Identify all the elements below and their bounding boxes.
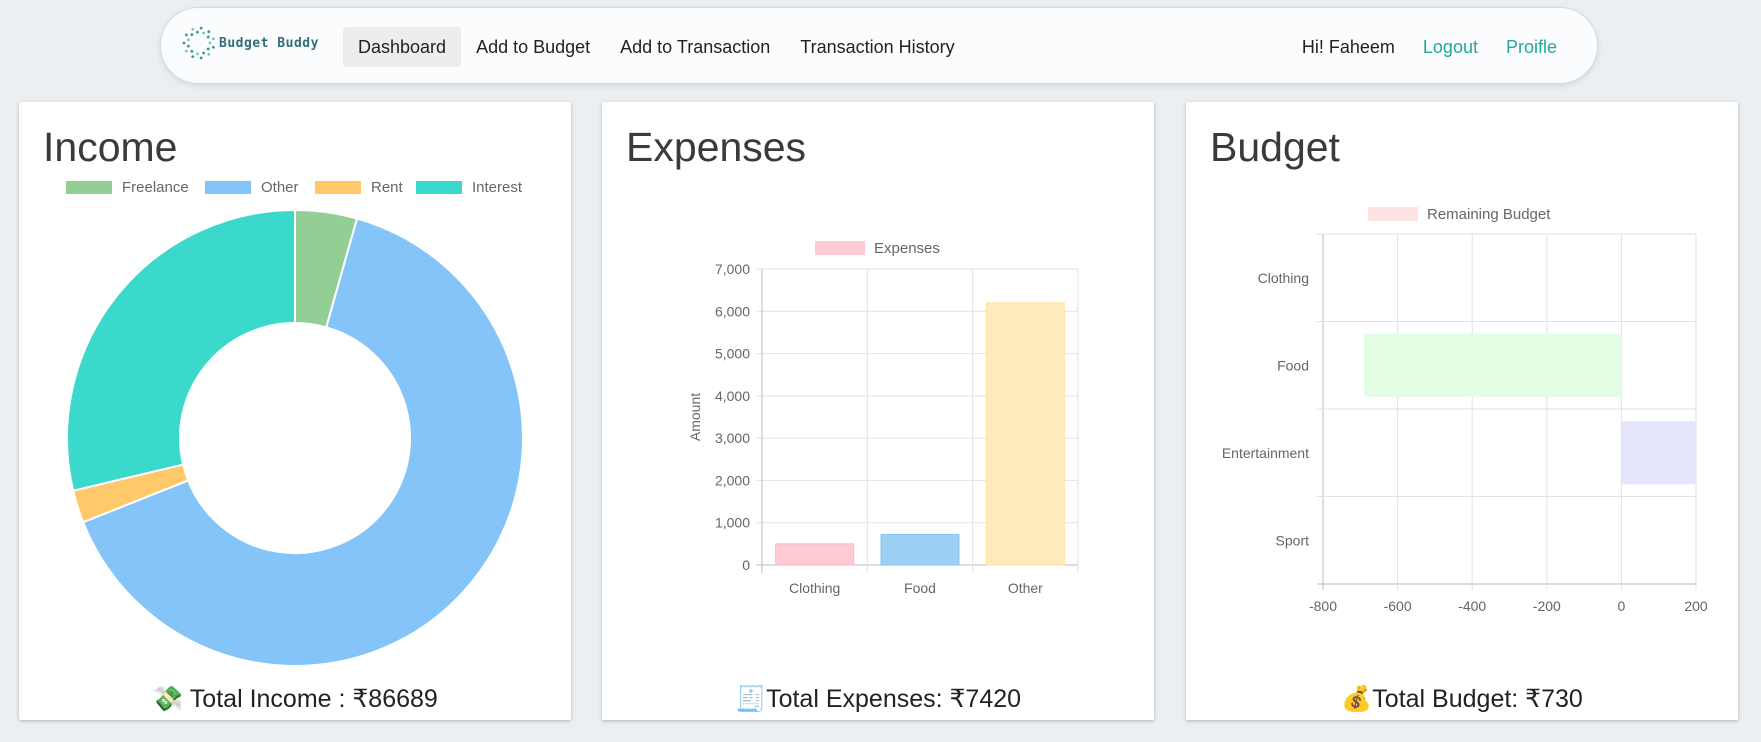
legend-swatch-freelance [66,181,112,194]
legend-label-other: Other [261,179,299,196]
legend-label-freelance: Freelance [122,179,189,196]
bar-other [985,302,1065,566]
nav-dashboard[interactable]: Dashboard [343,27,462,67]
nav-transaction-history[interactable]: Transaction History [785,27,969,67]
y-tick-label: 1,000 [715,515,750,531]
logo-dot [199,26,203,30]
y-tick-label: 2,000 [715,472,750,488]
slice-interest [66,208,296,492]
legend-swatch-interest [416,181,462,194]
brand-logo[interactable]: Budget Buddy [181,21,319,65]
logout-link[interactable]: Logout [1423,37,1478,58]
logo-dot [202,31,205,35]
legend-label-remaining-budget: Remaining Budget [1427,206,1551,223]
brand-name: Budget Buddy [219,35,319,51]
expenses-bar-chart: Expenses 0 1,000 2,000 3,000 4,000 5,000 6,000 7… [687,240,1079,596]
logo-dot [206,47,210,51]
legend-swatch-rent [315,181,361,194]
legend-swatch-remaining-budget [1368,207,1418,221]
legend-swatch-other [205,181,251,194]
y-tick-label: Entertainment [1222,445,1309,461]
logo-dot [196,30,199,34]
x-tick-label: 0 [1618,598,1626,614]
y-tick-label: 7,000 [715,261,750,277]
income-card: Income Freelance Other Rent Interest 💸 Tota… [19,102,571,720]
x-tick-label: -600 [1384,598,1412,614]
bar-food [1364,333,1622,397]
y-axis-title: Amount [687,393,703,441]
user-greeting: Hi! Faheem [1301,36,1395,57]
income-doughnut-chart: Freelance Other Rent Interest [66,179,524,667]
x-tick-label: Clothing [789,580,840,596]
y-tick-label: Clothing [1258,270,1309,286]
logo-dot [207,30,211,34]
logo-dot [208,41,212,45]
y-tick-label: 0 [742,557,750,573]
nav-user-area: Hi! Faheem Logout Proifle [1302,27,1557,67]
x-tick-label: Other [1008,580,1043,596]
x-tick-label: -400 [1458,598,1486,614]
logo-dot [196,52,199,56]
nav-links: Dashboard Add to Budget Add to Transacti… [343,27,970,67]
navbar: Budget Buddy Dashboard Add to Budget Add… [160,7,1598,84]
legend-swatch-expenses [815,241,865,255]
logo-dot [184,49,188,53]
logo-dot [191,55,195,59]
y-tick-label: 3,000 [715,430,750,446]
total-budget: 💰Total Budget: ₹730 [1341,685,1583,713]
logo-dot [202,51,205,55]
logo-dot [190,33,194,37]
logo-dot [182,41,186,45]
x-tick-label: 200 [1684,598,1708,614]
logo-dot [187,44,190,48]
bar-clothing [775,543,855,566]
expenses-card: Expenses Expenses 0 1,000 2,000 3,000 4,000 5,… [602,102,1154,720]
legend-label-rent: Rent [371,179,404,196]
total-expenses: 🧾Total Expenses: ₹7420 [734,685,1022,713]
budget-horizontal-bar-chart: Remaining Budget -800 -600 -400 -200 0 200 Clot… [1222,206,1708,614]
logo-dot [190,49,194,53]
legend-label-interest: Interest [472,179,523,196]
y-tick-label: 5,000 [715,346,750,362]
nav-add-to-transaction[interactable]: Add to Transaction [605,27,785,67]
y-tick-label: 4,000 [715,388,750,404]
logo-dot [206,35,210,39]
legend-label-expenses: Expenses [874,240,940,257]
y-tick-label: 6,000 [715,303,750,319]
logo-dot [211,45,215,49]
budget-card: Budget Remaining Budget -800 -600 -400 -200 0… [1186,102,1738,720]
logo-dot [211,37,215,41]
x-tick-label: -200 [1533,598,1561,614]
profile-link[interactable]: Proifle [1506,37,1557,58]
nav-add-to-budget[interactable]: Add to Budget [461,27,605,67]
x-tick-label: Food [904,580,936,596]
dotted-circle-logo-icon [182,26,215,60]
logo-dot [191,27,195,31]
logo-dot [184,33,188,37]
logo-dot [207,52,211,56]
logo-dot [187,38,190,42]
bar-entertainment [1621,421,1696,485]
y-tick-label: Sport [1276,532,1310,548]
total-income: 💸 Total Income : ₹86689 [152,685,438,713]
income-legend: Freelance Other Rent Interest [66,179,523,196]
y-tick-label: Food [1277,357,1309,373]
bar-food [880,534,960,566]
logo-dot [199,56,203,60]
x-tick-label: -800 [1309,598,1337,614]
